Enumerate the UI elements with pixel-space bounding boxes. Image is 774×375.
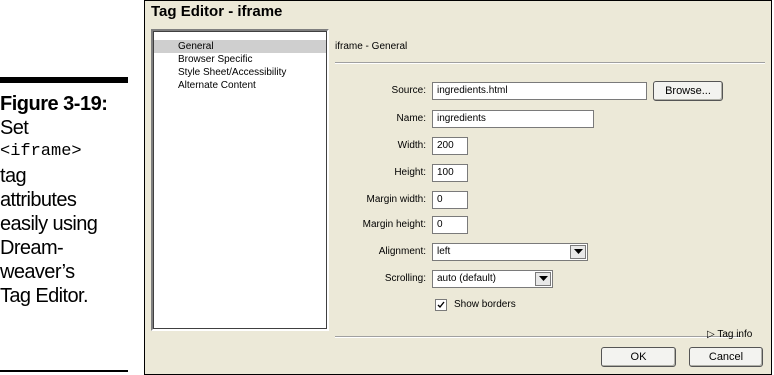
category-alternate-content[interactable]: Alternate Content	[154, 79, 326, 92]
figure-number: Figure 3-19:	[0, 93, 108, 115]
margin-width-label: Margin width:	[366, 194, 426, 205]
show-borders-checkbox[interactable]	[435, 299, 447, 311]
name-label: Name:	[396, 113, 426, 124]
chevron-down-icon[interactable]	[570, 245, 586, 259]
tag-editor-dialog: Tag Editor - iframe General Browser Spec…	[144, 0, 772, 375]
category-style-sheet-accessibility[interactable]: Style Sheet/Accessibility	[154, 66, 326, 79]
dialog-client-area: General Browser Specific Style Sheet/Acc…	[151, 29, 767, 371]
height-label: Height:	[394, 167, 426, 178]
margin-width-input[interactable]: 0	[432, 191, 468, 209]
panel-title: iframe - General	[335, 41, 408, 52]
cancel-button[interactable]: Cancel	[689, 347, 763, 367]
caption-line: Tag Editor.	[0, 285, 89, 307]
category-browser-specific[interactable]: Browser Specific	[154, 53, 326, 66]
caption-line: Dream-	[0, 237, 64, 259]
category-general[interactable]: General	[154, 40, 326, 53]
category-list[interactable]: General Browser Specific Style Sheet/Acc…	[151, 29, 329, 331]
scrolling-label: Scrolling:	[384, 273, 426, 284]
alignment-select[interactable]: left	[432, 243, 588, 261]
caption-bottom-rule	[0, 370, 128, 372]
scrolling-value: auto (default)	[437, 273, 496, 284]
caption-line: weaver’s	[0, 261, 75, 283]
caption-line: tag	[0, 165, 27, 187]
show-borders-label[interactable]: Show borders	[454, 299, 516, 310]
width-label: Width:	[397, 140, 426, 151]
source-label: Source:	[391, 85, 426, 96]
width-input[interactable]: 200	[432, 137, 468, 155]
tag-info-label: Tag info	[717, 329, 753, 340]
chevron-down-icon[interactable]	[535, 272, 551, 286]
margin-height-label: Margin height:	[362, 219, 426, 230]
height-input[interactable]: 100	[432, 164, 468, 182]
expand-triangle-icon: ▷	[707, 329, 715, 340]
panel-separator	[335, 62, 765, 64]
tag-info-separator	[335, 336, 741, 338]
margin-height-input[interactable]: 0	[432, 216, 468, 234]
title-bar[interactable]: Tag Editor - iframe	[145, 1, 771, 23]
name-input[interactable]: ingredients	[432, 110, 594, 128]
browse-button[interactable]: Browse...	[653, 81, 723, 101]
dialog-title: Tag Editor - iframe	[151, 3, 283, 20]
alignment-value: left	[437, 246, 451, 257]
caption-line: attributes	[0, 189, 77, 211]
tag-info-toggle[interactable]: ▷ Tag info	[707, 329, 752, 340]
caption-line-code: <iframe>	[0, 142, 82, 161]
source-input[interactable]: ingredients.html	[432, 82, 647, 100]
alignment-label: Alignment:	[378, 246, 426, 257]
caption-line: easily using	[0, 213, 98, 235]
figure-caption: Figure 3-19: Set <iframe> tag attributes…	[0, 92, 140, 308]
caption-top-rule	[0, 77, 128, 83]
scrolling-select[interactable]: auto (default)	[432, 270, 553, 288]
ok-button[interactable]: OK	[601, 347, 676, 367]
caption-line: Set	[0, 117, 29, 139]
